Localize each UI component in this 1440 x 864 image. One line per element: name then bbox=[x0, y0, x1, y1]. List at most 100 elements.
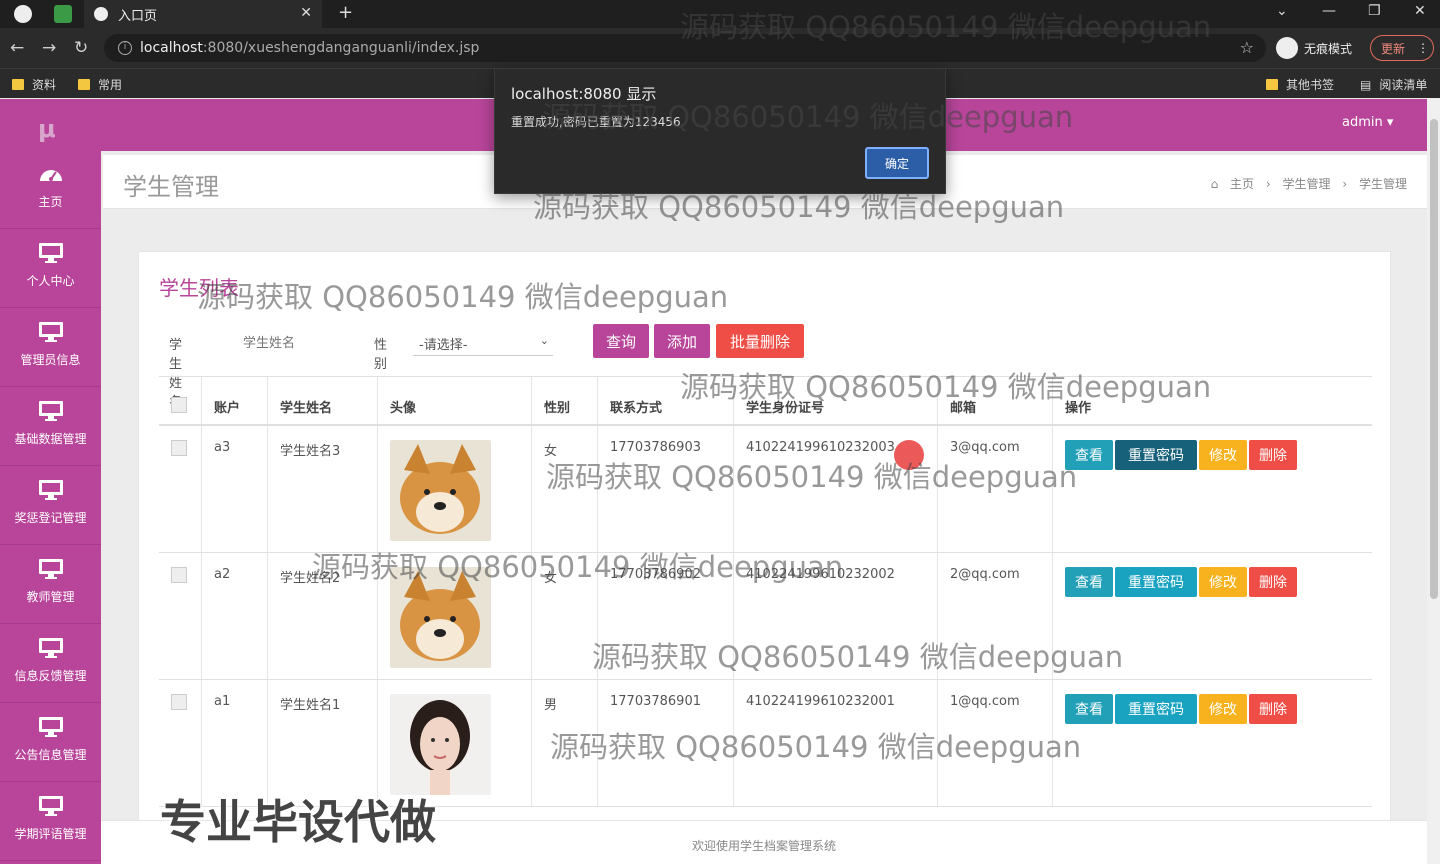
select-all-cell bbox=[159, 377, 201, 424]
shiba-dog-photo bbox=[390, 440, 491, 541]
reset-password-button[interactable]: 重置密码 bbox=[1115, 440, 1197, 470]
table-row: a3 学生姓名3 女 17703786903 410224199610232003 3@q… bbox=[159, 426, 1372, 553]
cell-gender: 女 bbox=[531, 553, 597, 679]
student-list-card: 学生列表 学生姓名 性别 -请选择- ⌄ 查询 添加 批量删除 账户学生姓名头像… bbox=[138, 251, 1391, 831]
breadcrumb-item[interactable]: 主页 bbox=[1230, 177, 1254, 191]
card-title: 学生列表 bbox=[159, 276, 239, 300]
cell-phone: 17703786903 bbox=[597, 426, 733, 552]
folder-icon bbox=[1266, 79, 1278, 90]
row-checkbox[interactable] bbox=[171, 567, 187, 583]
sidebar-item-label: 主页 bbox=[38, 195, 63, 209]
column-header: 头像 bbox=[377, 377, 531, 424]
select-all-checkbox[interactable] bbox=[171, 397, 187, 413]
sidebar-item[interactable]: 学期评语管理 bbox=[0, 783, 101, 861]
maximize-icon[interactable]: ❐ bbox=[1368, 3, 1381, 19]
table-header-row: 账户 学生姓名 头像 性别 联系方式 学生身份证号 邮箱 操作 bbox=[159, 376, 1372, 426]
sidebar-item[interactable]: 主页 bbox=[0, 151, 101, 229]
add-button[interactable]: 添加 bbox=[654, 324, 710, 358]
incognito-icon bbox=[1276, 37, 1298, 59]
user-menu[interactable]: admin ▾ bbox=[1342, 115, 1393, 130]
view-button[interactable]: 查看 bbox=[1065, 440, 1113, 470]
gender-filter-select[interactable]: -请选择- ⌄ bbox=[413, 326, 553, 356]
bookmark-label: 其他书签 bbox=[1286, 78, 1335, 92]
bookmark-star-icon[interactable]: ☆ bbox=[1240, 38, 1254, 57]
update-label: 更新 bbox=[1381, 41, 1406, 56]
new-tab-icon[interactable]: + bbox=[338, 2, 353, 23]
avatar-cell bbox=[377, 553, 531, 679]
sidebar-item[interactable]: 个人中心 bbox=[0, 230, 101, 308]
delete-button[interactable]: 删除 bbox=[1249, 567, 1297, 597]
delete-button[interactable]: 删除 bbox=[1249, 440, 1297, 470]
tab-search-icon[interactable]: ⌄ bbox=[1276, 3, 1288, 19]
monitor-icon bbox=[38, 717, 63, 737]
reset-password-button[interactable]: 重置密码 bbox=[1115, 694, 1197, 724]
site-info-icon[interactable]: i bbox=[118, 41, 132, 55]
sidebar-item[interactable]: 基础数据管理 bbox=[0, 388, 101, 466]
folder-icon bbox=[12, 79, 24, 90]
view-button[interactable]: 查看 bbox=[1065, 567, 1113, 597]
dashboard-icon bbox=[39, 170, 62, 181]
edit-button[interactable]: 修改 bbox=[1199, 567, 1247, 597]
promo-overlay-text: 专业毕设代做 bbox=[160, 795, 436, 849]
scrollbar-thumb[interactable] bbox=[1430, 119, 1438, 599]
browser-menu-icon[interactable] bbox=[14, 5, 32, 23]
extension-icon[interactable] bbox=[54, 5, 72, 23]
bookmark-folder[interactable]: 资料 bbox=[12, 76, 56, 93]
reset-password-button[interactable]: 重置密码 bbox=[1115, 567, 1197, 597]
edit-button[interactable]: 修改 bbox=[1199, 440, 1247, 470]
view-button[interactable]: 查看 bbox=[1065, 694, 1113, 724]
sidebar-item-label: 学期评语管理 bbox=[14, 827, 87, 841]
forward-icon[interactable]: → bbox=[42, 38, 56, 58]
cell-phone: 17703786902 bbox=[597, 553, 733, 679]
sidebar-item-label: 管理员信息 bbox=[20, 353, 81, 367]
sidebar-item[interactable]: 公告信息管理 bbox=[0, 704, 101, 782]
sidebar-item[interactable]: 教师管理 bbox=[0, 546, 101, 624]
search-button[interactable]: 查询 bbox=[593, 324, 649, 358]
cell-id-card: 410224199610232002 bbox=[733, 553, 937, 679]
cell-email: 1@qq.com bbox=[937, 680, 1052, 806]
sidebar-item[interactable]: 信息反馈管理 bbox=[0, 625, 101, 703]
row-checkbox[interactable] bbox=[171, 694, 187, 710]
incognito-indicator[interactable]: 无痕模式 bbox=[1276, 35, 1352, 61]
other-bookmarks[interactable]: 其他书签 bbox=[1266, 76, 1334, 93]
actions-cell: 查看 重置密码 修改 删除 bbox=[1052, 553, 1372, 679]
name-filter-input[interactable] bbox=[239, 328, 359, 356]
url-input[interactable]: i localhost :8080/xueshengdanganguanli/i… bbox=[104, 34, 1266, 62]
bookmark-label: 资料 bbox=[32, 78, 57, 92]
cell-phone: 17703786901 bbox=[597, 680, 733, 806]
monitor-icon bbox=[38, 796, 63, 816]
address-bar-row: ← → ↻ i localhost :8080/xueshengdangangu… bbox=[0, 28, 1440, 68]
breadcrumb: ⌂ 主页 › 学生管理 › 学生管理 bbox=[1203, 175, 1407, 192]
dialog-ok-button[interactable]: 确定 bbox=[865, 147, 929, 179]
tab-favicon-icon bbox=[94, 7, 108, 21]
browser-tab[interactable]: 入口页 ✕ bbox=[84, 0, 322, 28]
sidebar-item[interactable]: 管理员信息 bbox=[0, 309, 101, 387]
cell-gender: 女 bbox=[531, 426, 597, 552]
breadcrumb-item[interactable]: 学生管理 bbox=[1283, 177, 1331, 191]
column-header: 性别 bbox=[531, 377, 597, 424]
delete-button[interactable]: 删除 bbox=[1249, 694, 1297, 724]
bookmark-folder[interactable]: 常用 bbox=[78, 76, 122, 93]
minimize-icon[interactable]: — bbox=[1322, 3, 1336, 19]
row-select-cell bbox=[159, 426, 201, 552]
close-window-icon[interactable]: ✕ bbox=[1414, 3, 1426, 19]
row-checkbox[interactable] bbox=[171, 440, 187, 456]
tab-close-icon[interactable]: ✕ bbox=[300, 5, 312, 21]
breadcrumb-separator: › bbox=[1342, 177, 1348, 191]
edit-button[interactable]: 修改 bbox=[1199, 694, 1247, 724]
sidebar-item[interactable]: 奖惩登记管理 bbox=[0, 467, 101, 545]
back-icon[interactable]: ← bbox=[10, 38, 24, 58]
sidebar-item-label: 基础数据管理 bbox=[14, 432, 87, 446]
reading-list[interactable]: ▤ 阅读清单 bbox=[1360, 76, 1427, 93]
sidebar-item-label: 奖惩登记管理 bbox=[14, 511, 87, 525]
sidebar-item-label: 个人中心 bbox=[26, 274, 75, 288]
column-header: 学生姓名 bbox=[267, 377, 377, 424]
update-button[interactable]: 更新 ⋮ bbox=[1370, 35, 1434, 61]
page-scrollbar[interactable] bbox=[1427, 99, 1440, 864]
shiba-dog-photo bbox=[390, 567, 491, 668]
column-header: 学生身份证号 bbox=[733, 377, 937, 424]
batch-delete-button[interactable]: 批量删除 bbox=[716, 324, 804, 358]
avatar-cell bbox=[377, 426, 531, 552]
cell-account: a2 bbox=[201, 553, 267, 679]
reload-icon[interactable]: ↻ bbox=[74, 38, 88, 58]
